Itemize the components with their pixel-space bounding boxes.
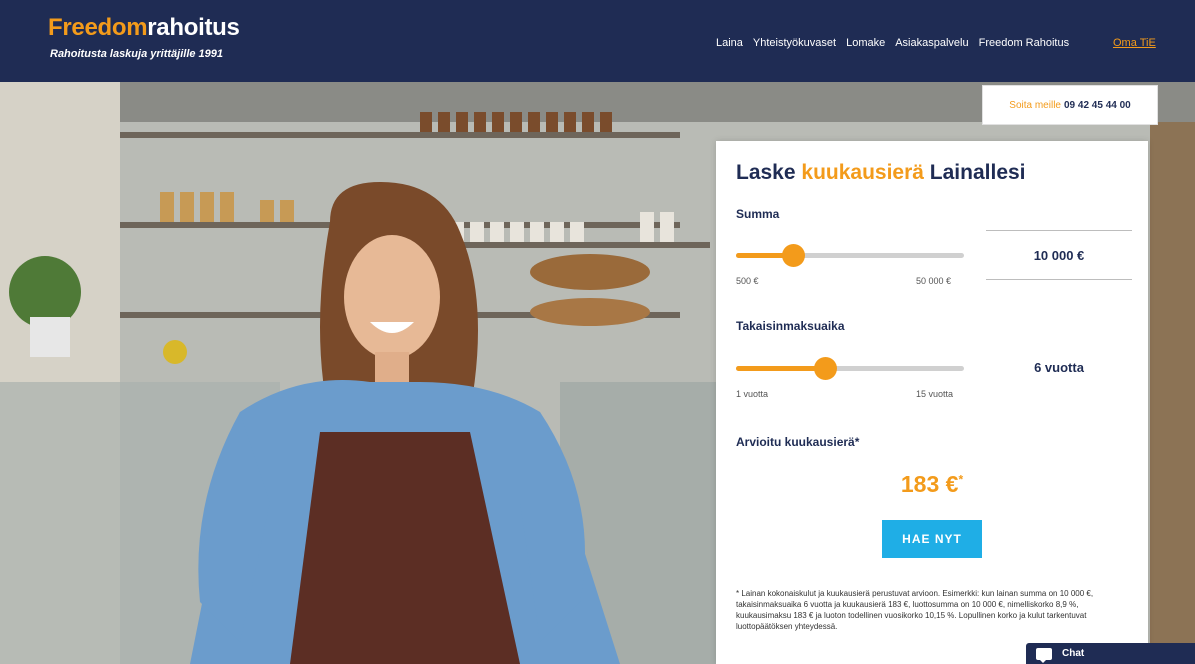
nav-item-yhteistyo[interactable]: Yhteistyökuvaset [753,37,836,49]
period-slider[interactable] [736,357,964,380]
title-highlight: kuukausierä [801,161,924,184]
apply-now-button[interactable]: HAE NYT [882,520,982,558]
language-link[interactable]: Oma TiE [1113,37,1156,49]
phone-number: 09 42 45 44 00 [1063,99,1131,111]
amount-label: Summa [736,207,780,221]
logo-part1: Freedom [48,14,148,41]
period-min: 1 vuotta [736,389,769,399]
monthly-note: * [958,472,964,487]
period-value[interactable]: 6 vuotta [986,360,1132,375]
phone-badge[interactable]: Soita meille 09 42 45 44 00 [982,85,1158,125]
nav-item-freedom-rahoitus[interactable]: Freedom Rahoitus [979,37,1070,49]
amount-slider[interactable] [736,244,964,267]
phone-label: Soita meille [1009,99,1061,111]
logo[interactable]: Freedomrahoitus [48,14,240,42]
site-header: Freedomrahoitus Rahoitusta laskuja yritt… [0,0,1195,82]
monthly-value: 183 € [900,471,959,497]
chat-widget[interactable]: Chat [1026,643,1195,664]
period-label: Takaisinmaksuaika [736,319,845,333]
amount-min: 500 € [736,276,759,286]
period-slider-thumb[interactable] [813,357,837,380]
amount-value-field[interactable]: 10 000 € [986,230,1132,280]
period-max: 15 vuotta [916,389,954,399]
nav-item-lomake[interactable]: Lomake [846,37,885,49]
nav-item-asiakaspalvelu[interactable]: Asiakaspalvelu [895,37,968,49]
monthly-label: Arvioitu kuukausierä* [736,435,860,449]
loan-calculator: Laske kuukausierä Lainallesi Summa 500 €… [716,141,1148,664]
amount-max: 50 000 € [916,276,952,286]
amount-slider-thumb[interactable] [781,244,805,267]
logo-part2: rahoitus [147,14,240,41]
calculator-title: Laske kuukausierä Lainallesi [736,161,1026,185]
period-slider-fill [736,366,825,371]
main-nav: Laina Yhteistyökuvaset Lomake Asiakaspal… [716,37,1069,49]
title-part1: Laske [736,161,802,184]
tagline: Rahoitusta laskuja yrittäjille 1991 [50,48,224,60]
chat-label: Chat [1062,648,1085,659]
monthly-payment: 183 €* [716,471,1148,498]
title-part2: Lainallesi [923,161,1026,184]
nav-item-laina[interactable]: Laina [716,37,743,49]
disclaimer-text: * Lainan kokonaiskulut ja kuukausierä pe… [736,589,1094,631]
chat-bubble-icon [1036,647,1052,663]
